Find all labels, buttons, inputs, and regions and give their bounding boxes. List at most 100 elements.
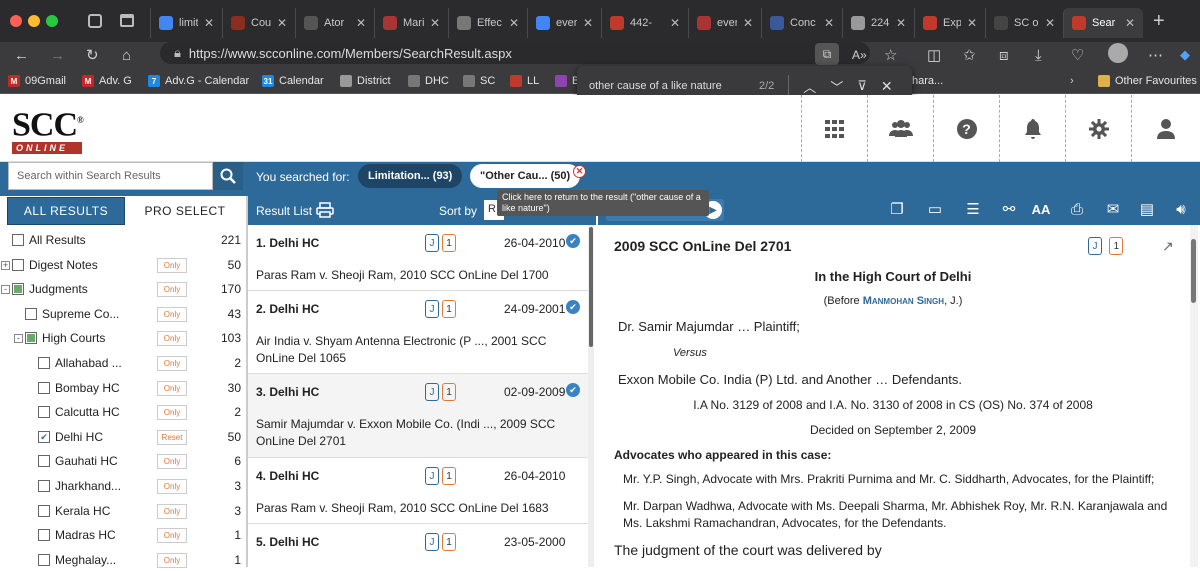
result-citation[interactable]: Paras Ram v. Sheoji Ram, 2010 SCC OnLine…	[256, 267, 581, 284]
help-icon[interactable]: ?	[933, 95, 999, 162]
document-scrollbar[interactable]	[1190, 225, 1198, 567]
print-download-icon[interactable]: ⎙	[1062, 196, 1092, 222]
tree-row[interactable]: Kerala HC Only 3	[0, 500, 247, 522]
filter-checkbox[interactable]	[38, 382, 50, 394]
print-icon[interactable]	[316, 202, 334, 221]
browser-tab[interactable]: Sear ✕	[1063, 8, 1143, 38]
share-icon[interactable]: ⚯	[994, 196, 1024, 222]
close-window-button[interactable]	[10, 15, 22, 27]
result-item[interactable]: 1. Delhi HC J 1 26-04-2010 ✔ Paras Ram v. She…	[248, 225, 588, 291]
tree-row[interactable]: + Digest Notes Only 50	[0, 254, 247, 276]
close-tab-icon[interactable]: ✕	[670, 16, 680, 30]
filter-only-button[interactable]: Only	[157, 257, 187, 273]
copilot-icon[interactable]: ◆	[1180, 42, 1190, 68]
judgment-badge[interactable]: J	[425, 300, 439, 318]
expander-icon[interactable]: -	[0, 333, 25, 344]
close-tab-icon[interactable]: ✕	[896, 16, 906, 30]
count-badge[interactable]: 1	[442, 300, 456, 318]
filter-only-button[interactable]: Only	[157, 453, 187, 469]
more-menu-icon[interactable]: ⋯	[1148, 42, 1163, 68]
filter-only-button[interactable]: Only	[157, 503, 187, 519]
tree-row[interactable]: Supreme Co... Only 43	[0, 303, 247, 325]
tree-row[interactable]: Gauhati HC Only 6	[0, 450, 247, 472]
bookmark-calendar[interactable]: 31 Calendar	[262, 72, 324, 90]
filter-checkbox[interactable]	[38, 529, 50, 541]
filter-only-button[interactable]: Only	[157, 281, 187, 297]
tree-row[interactable]: Madras HC Only 1	[0, 524, 247, 546]
result-title[interactable]: 4. Delhi HC	[256, 469, 319, 483]
folder-save-icon[interactable]: ▭	[920, 196, 950, 222]
new-tab-button[interactable]: +	[1153, 10, 1165, 33]
users-icon[interactable]	[867, 95, 933, 162]
refresh-icon[interactable]: ↻	[86, 42, 99, 68]
filter-only-button[interactable]: Only	[157, 330, 187, 346]
scc-online-logo[interactable]: SCC® ONLINE	[12, 105, 84, 155]
browser-tab[interactable]: 442- ✕	[601, 8, 688, 38]
filter-checkbox[interactable]	[12, 259, 24, 271]
favorite-star-icon[interactable]: ☆	[884, 42, 897, 68]
home-icon[interactable]: ⌂	[122, 42, 131, 68]
count-badge[interactable]: 1	[442, 533, 456, 551]
filter-only-button[interactable]: Only	[157, 527, 187, 543]
count-badge[interactable]: 1	[442, 383, 456, 401]
bell-icon[interactable]	[999, 95, 1065, 162]
result-title[interactable]: 3. Delhi HC	[256, 385, 319, 399]
speaker-icon[interactable]: 🔊︎	[1166, 196, 1196, 222]
tab-pro-select[interactable]: PRO SELECT	[126, 197, 244, 225]
address-bar[interactable]: 🔒︎ https://www.scconline.com/Members/Sea…	[160, 42, 870, 64]
result-item[interactable]: 3. Delhi HC J 1 02-09-2009 ✔ Samir Majumdar v…	[248, 374, 588, 458]
heart-pulse-icon[interactable]: ♡	[1071, 42, 1084, 68]
filter-checkbox[interactable]	[25, 308, 37, 320]
browser-tab[interactable]: Maria ✕	[374, 8, 448, 38]
bookmark-adv-g[interactable]: M Adv. G	[82, 72, 132, 90]
judgment-badge[interactable]: J	[425, 467, 439, 485]
remove-chip-icon[interactable]: ✕	[573, 165, 586, 178]
filter-checkbox[interactable]	[25, 332, 37, 344]
result-item[interactable]: 5. Delhi HC J 1 23-05-2000	[248, 524, 588, 567]
judgment-badge[interactable]: J	[425, 383, 439, 401]
close-tab-icon[interactable]: ✕	[967, 16, 977, 30]
result-citation[interactable]: Paras Ram v. Sheoji Ram, 2010 SCC OnLine…	[256, 500, 581, 517]
profile-avatar[interactable]	[1108, 43, 1128, 63]
filter-only-button[interactable]: Only	[157, 355, 187, 371]
result-title[interactable]: 5. Delhi HC	[256, 535, 319, 549]
close-tab-icon[interactable]: ✕	[824, 16, 834, 30]
find-query-input[interactable]: other cause of a like nature	[589, 80, 739, 92]
count-badge[interactable]: 1	[1109, 237, 1124, 255]
search-chip-limitation[interactable]: Limitation... (93)	[358, 164, 463, 188]
tab-actions-icon[interactable]	[88, 14, 102, 28]
close-tab-icon[interactable]: ✕	[356, 16, 366, 30]
filter-checkbox[interactable]	[38, 406, 50, 418]
browser-tab[interactable]: Cour ✕	[222, 8, 295, 38]
close-tab-icon[interactable]: ✕	[277, 16, 287, 30]
browser-tab[interactable]: limita ✕	[150, 8, 222, 38]
close-tab-icon[interactable]: ✕	[509, 16, 519, 30]
bookmark-09gmail[interactable]: M 09Gmail	[8, 72, 66, 90]
tree-row[interactable]: All Results 221	[0, 229, 247, 251]
bookmark-ll[interactable]: LL	[510, 72, 539, 90]
judgment-badge[interactable]: J	[425, 234, 439, 252]
close-tab-icon[interactable]: ✕	[430, 16, 440, 30]
close-tab-icon[interactable]: ✕	[1045, 16, 1055, 30]
split-screen-icon[interactable]: ◫	[927, 42, 941, 68]
tree-row[interactable]: Calcutta HC Only 2	[0, 401, 247, 423]
apps-grid-icon[interactable]	[801, 95, 867, 162]
tree-row[interactable]: Bombay HC Only 30	[0, 377, 247, 399]
browser-tab[interactable]: Ator ✕	[295, 8, 374, 38]
judge-link[interactable]: Manmohan Singh	[863, 295, 944, 307]
find-previous-icon[interactable]: ︿	[803, 77, 816, 96]
gear-icon[interactable]	[1065, 95, 1131, 162]
search-button[interactable]	[213, 162, 243, 190]
filter-checkbox[interactable]	[38, 357, 50, 369]
filter-only-button[interactable]: Only	[157, 404, 187, 420]
open-external-icon[interactable]: ↗︎	[1162, 238, 1174, 255]
expander-icon[interactable]: -	[0, 284, 12, 295]
browser-tab[interactable]: SC o ✕	[985, 8, 1063, 38]
filter-checkbox[interactable]	[38, 505, 50, 517]
filter-checkbox[interactable]	[38, 455, 50, 467]
count-badge[interactable]: 1	[442, 234, 456, 252]
result-item[interactable]: 2. Delhi HC J 1 24-09-2001 ✔ Air India v. Shy…	[248, 291, 588, 374]
notes-icon[interactable]: ▤	[1132, 196, 1162, 222]
filter-checkbox[interactable]	[12, 283, 24, 295]
email-icon[interactable]: ✉	[1098, 196, 1128, 222]
